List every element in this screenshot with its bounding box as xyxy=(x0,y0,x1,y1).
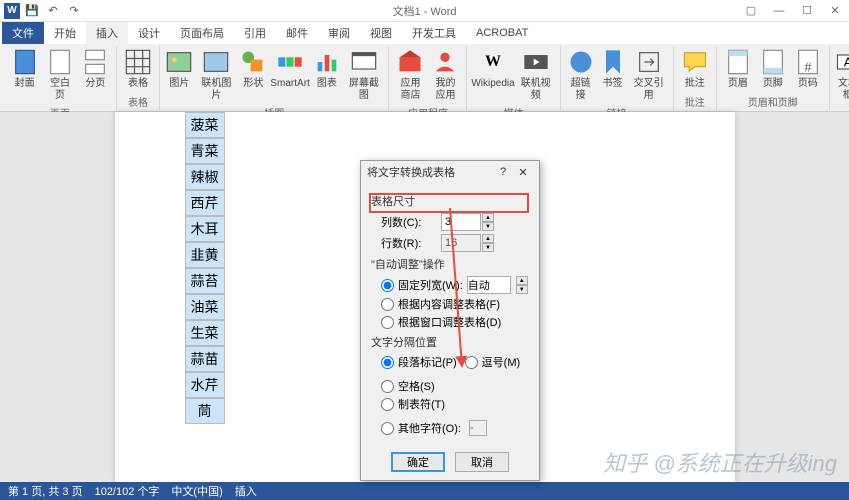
hyperlink-button[interactable]: 超链接 xyxy=(565,46,597,104)
fit-window-radio[interactable] xyxy=(381,316,394,329)
dialog-title: 将文字转换成表格 xyxy=(367,164,455,180)
smartart-button[interactable]: SmartArt xyxy=(270,46,311,104)
rows-label: 行数(R): xyxy=(381,235,441,251)
width-down-icon[interactable]: ▼ xyxy=(516,285,528,294)
table-cell[interactable]: 韭黄 xyxy=(185,242,225,268)
tab-file[interactable]: 文件 xyxy=(2,22,44,44)
status-lang[interactable]: 中文(中国) xyxy=(171,483,222,499)
fit-content-radio[interactable] xyxy=(381,298,394,311)
table-cell[interactable]: 西芹 xyxy=(185,190,225,216)
ok-button[interactable]: 确定 xyxy=(391,452,445,472)
text-column: 菠菜 青菜 辣椒 西芹 木耳 韭黄 蒜苔 油菜 生菜 蒜苗 水芹 茼 xyxy=(185,112,225,424)
save-icon[interactable]: 💾 xyxy=(23,2,41,20)
cancel-button[interactable]: 取消 xyxy=(455,452,509,472)
table-cell[interactable]: 辣椒 xyxy=(185,164,225,190)
table-cell[interactable]: 水芹 xyxy=(185,372,225,398)
sep-para-radio[interactable] xyxy=(381,356,394,369)
statusbar: 第 1 页, 共 3 页 102/102 个字 中文(中国) 插入 xyxy=(0,482,849,500)
store-button[interactable]: 应用商店 xyxy=(393,46,427,104)
sep-comma-radio[interactable] xyxy=(465,356,478,369)
minimize-icon[interactable]: — xyxy=(765,0,793,22)
sep-space-radio[interactable] xyxy=(381,380,394,393)
dialog-help-icon[interactable]: ? xyxy=(493,166,513,178)
tab-insert[interactable]: 插入 xyxy=(86,22,128,44)
maximize-icon[interactable]: ☐ xyxy=(793,0,821,22)
section-autofit: "自动调整"操作 xyxy=(371,256,529,272)
status-page[interactable]: 第 1 页, 共 3 页 xyxy=(8,483,83,499)
fixed-width-radio[interactable] xyxy=(381,279,394,292)
table-cell[interactable]: 菠菜 xyxy=(185,112,225,138)
myapps-button[interactable]: 我的应用 xyxy=(428,46,462,104)
rows-down-icon: ▼ xyxy=(482,243,494,252)
tab-dev[interactable]: 开发工具 xyxy=(402,22,466,44)
pagenum-button[interactable]: #页码 xyxy=(791,46,825,93)
screenshot-button[interactable]: 屏幕截图 xyxy=(343,46,384,104)
sep-other-radio[interactable] xyxy=(381,422,394,435)
cols-label: 列数(C): xyxy=(381,214,441,230)
cover-page-button[interactable]: 封面 xyxy=(8,46,41,104)
wikipedia-button[interactable]: WWikipedia xyxy=(471,46,514,104)
tab-design[interactable]: 设计 xyxy=(128,22,170,44)
blank-page-button[interactable]: 空白页 xyxy=(42,46,77,104)
header-button[interactable]: 页眉 xyxy=(721,46,755,93)
word-icon: W xyxy=(4,3,20,19)
online-video-button[interactable]: 联机视频 xyxy=(516,46,556,104)
section-table-size: 表格尺寸 xyxy=(371,193,529,209)
sep-tab-radio[interactable] xyxy=(381,398,394,411)
rows-up-icon: ▲ xyxy=(482,234,494,243)
status-words[interactable]: 102/102 个字 xyxy=(95,483,160,499)
watermark: 知乎 @系统正在升级ing xyxy=(603,446,837,478)
ribbon-tabs: 文件 开始 插入 设计 页面布局 引用 邮件 审阅 视图 开发工具 ACROBA… xyxy=(0,22,849,44)
table-button[interactable]: 表格 xyxy=(121,46,155,93)
ribbon: 封面 空白页 分页 页面 表格 表格 图片 联机图片 形状 SmartArt 图… xyxy=(0,44,849,112)
chart-button[interactable]: 图表 xyxy=(311,46,342,104)
cols-input[interactable] xyxy=(441,213,481,231)
tab-mail[interactable]: 邮件 xyxy=(276,22,318,44)
dialog-close-icon[interactable]: ✕ xyxy=(513,166,533,179)
table-cell[interactable]: 茼 xyxy=(185,398,225,424)
table-cell[interactable]: 木耳 xyxy=(185,216,225,242)
table-cell[interactable]: 生菜 xyxy=(185,320,225,346)
svg-text:#: # xyxy=(804,59,812,74)
page-break-button[interactable]: 分页 xyxy=(79,46,112,104)
bookmark-button[interactable]: 书签 xyxy=(598,46,628,104)
textbox-button[interactable]: A文本框 xyxy=(834,46,849,104)
rows-input xyxy=(441,234,481,252)
document-title: 文档1 - Word xyxy=(393,3,457,19)
comment-button[interactable]: 批注 xyxy=(678,46,712,93)
crossref-button[interactable]: 交叉引用 xyxy=(629,46,669,104)
tab-layout[interactable]: 页面布局 xyxy=(170,22,234,44)
table-cell[interactable]: 青菜 xyxy=(185,138,225,164)
width-up-icon[interactable]: ▲ xyxy=(516,276,528,285)
sep-other-input xyxy=(469,420,487,436)
ribbon-options-icon[interactable]: ▢ xyxy=(737,0,765,22)
picture-button[interactable]: 图片 xyxy=(164,46,195,104)
close-icon[interactable]: ✕ xyxy=(821,0,849,22)
cols-up-icon[interactable]: ▲ xyxy=(482,213,494,222)
shapes-button[interactable]: 形状 xyxy=(238,46,269,104)
table-cell[interactable]: 蒜苔 xyxy=(185,268,225,294)
tab-review[interactable]: 审阅 xyxy=(318,22,360,44)
convert-text-to-table-dialog: 将文字转换成表格 ? ✕ 表格尺寸 列数(C): ▲▼ 行数(R): ▲▼ "自… xyxy=(360,160,540,481)
tab-start[interactable]: 开始 xyxy=(44,22,86,44)
tab-view[interactable]: 视图 xyxy=(360,22,402,44)
fixed-width-input[interactable] xyxy=(467,276,511,294)
footer-button[interactable]: 页脚 xyxy=(756,46,790,93)
section-separator: 文字分隔位置 xyxy=(371,334,529,350)
titlebar: W 💾 ↶ ↷ 文档1 - Word ▢ — ☐ ✕ xyxy=(0,0,849,22)
svg-text:A: A xyxy=(844,55,849,70)
undo-icon[interactable]: ↶ xyxy=(44,2,62,20)
table-cell[interactable]: 蒜苗 xyxy=(185,346,225,372)
cols-down-icon[interactable]: ▼ xyxy=(482,222,494,231)
status-mode[interactable]: 插入 xyxy=(235,483,257,499)
table-cell[interactable]: 油菜 xyxy=(185,294,225,320)
tab-acrobat[interactable]: ACROBAT xyxy=(466,24,538,42)
redo-icon[interactable]: ↷ xyxy=(65,2,83,20)
online-pic-button[interactable]: 联机图片 xyxy=(196,46,237,104)
tab-ref[interactable]: 引用 xyxy=(234,22,276,44)
